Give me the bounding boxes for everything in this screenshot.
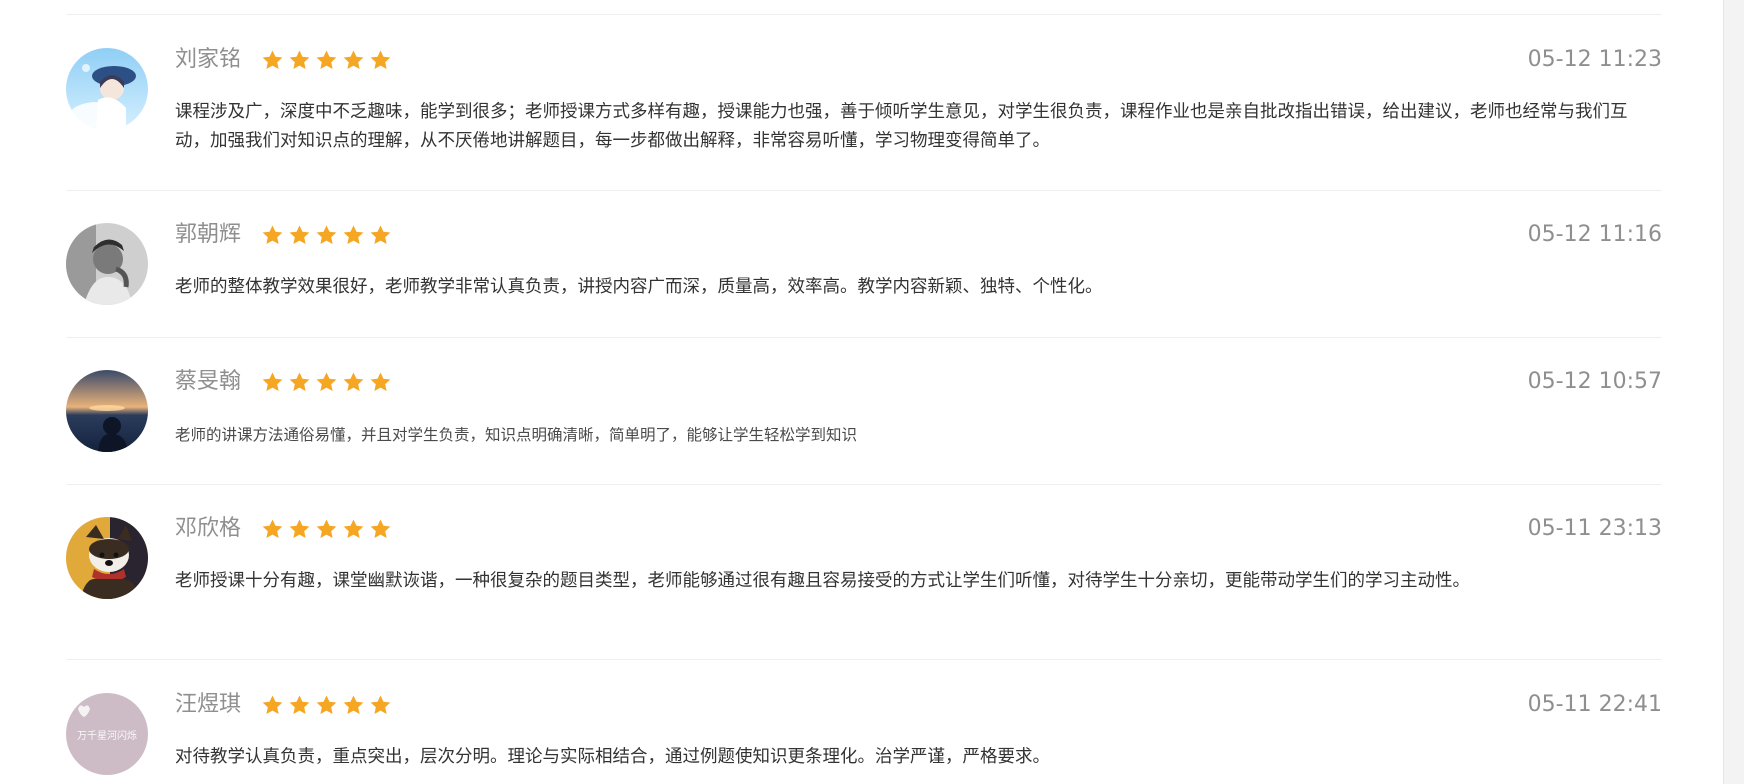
star-icon [343, 224, 364, 244]
star-icon [370, 371, 391, 391]
star-icon [343, 371, 364, 391]
review-item: 郭朝辉 05-12 11:16 老师的整体教学效果很好，老师教学非常认真负责，讲… [66, 191, 1662, 338]
review-time: 05-12 11:16 [1527, 222, 1662, 247]
star-icon [262, 224, 283, 244]
avatar[interactable] [66, 370, 148, 452]
review-item: 万千星河闪烁 汪煜琪 05-11 22:41 对待教学认真负责，重点突出，层次分… [66, 660, 1662, 784]
rating-stars [261, 690, 392, 720]
reviewer-name: 郭朝辉 [175, 222, 242, 247]
review-item: 邓欣格 05-11 23:13 老师授课十分有趣，课堂幽默诙谐，一种很复杂的题目… [66, 485, 1662, 660]
review-item: 刘家铭 05-12 11:23 课程涉及广，深度中不乏趣味，能学到很多；老师授课… [66, 15, 1662, 191]
reviewer-name: 汪煜琪 [175, 692, 242, 717]
review-content: 老师的讲课方法通俗易懂，并且对学生负责，知识点明确清晰，简单明了，能够让学生轻松… [175, 426, 858, 444]
scrollbar[interactable] [1723, 0, 1744, 784]
star-icon [370, 224, 391, 244]
star-icon [316, 694, 337, 714]
star-icon [370, 694, 391, 714]
review-time: 05-12 10:57 [1527, 369, 1662, 394]
rating-stars [261, 367, 392, 397]
star-icon [316, 518, 337, 538]
avatar[interactable] [66, 223, 148, 305]
star-icon [289, 224, 310, 244]
star-icon [316, 371, 337, 391]
star-icon [262, 49, 283, 69]
star-icon [289, 49, 310, 69]
review-content: 课程涉及广，深度中不乏趣味，能学到很多；老师授课方式多样有趣，授课能力也强，善于… [175, 102, 1628, 151]
review-time: 05-12 11:23 [1527, 47, 1662, 72]
review-content: 老师授课十分有趣，课堂幽默诙谐，一种很复杂的题目类型，老师能够通过很有趣且容易接… [175, 571, 1470, 591]
star-icon [343, 518, 364, 538]
star-icon [289, 371, 310, 391]
rating-stars [261, 220, 392, 250]
star-icon [316, 49, 337, 69]
review-content: 老师的整体教学效果很好，老师教学非常认真负责，讲授内容广而深，质量高，效率高。教… [175, 277, 1103, 297]
rating-stars [261, 514, 392, 544]
reviewer-name: 刘家铭 [175, 47, 242, 72]
review-time: 05-11 22:41 [1527, 692, 1662, 717]
star-icon [370, 49, 391, 69]
review-content: 对待教学认真负责，重点突出，层次分明。理论与实际相结合，通过例题使知识更条理化。… [175, 747, 1050, 767]
avatar[interactable]: 万千星河闪烁 [66, 693, 148, 775]
reviews-page: 刘家铭 05-12 11:23 课程涉及广，深度中不乏趣味，能学到很多；老师授课… [0, 0, 1744, 784]
avatar-handwriting: 万千星河闪烁 [77, 729, 137, 742]
review-time: 05-11 23:13 [1527, 516, 1662, 541]
reviewer-name: 邓欣格 [175, 516, 242, 541]
star-icon [262, 694, 283, 714]
star-icon [370, 518, 391, 538]
avatar[interactable] [66, 517, 148, 599]
rating-stars [261, 45, 392, 75]
avatar[interactable] [66, 48, 148, 130]
star-icon [343, 694, 364, 714]
star-icon [316, 224, 337, 244]
star-icon [289, 694, 310, 714]
star-icon [262, 371, 283, 391]
star-icon [343, 49, 364, 69]
star-icon [262, 518, 283, 538]
reviewer-name: 蔡旻翰 [175, 369, 242, 394]
review-item: 蔡旻翰 05-12 10:57 老师的讲课方法通俗易懂，并且对学生负责，知识点明… [66, 338, 1662, 485]
star-icon [289, 518, 310, 538]
